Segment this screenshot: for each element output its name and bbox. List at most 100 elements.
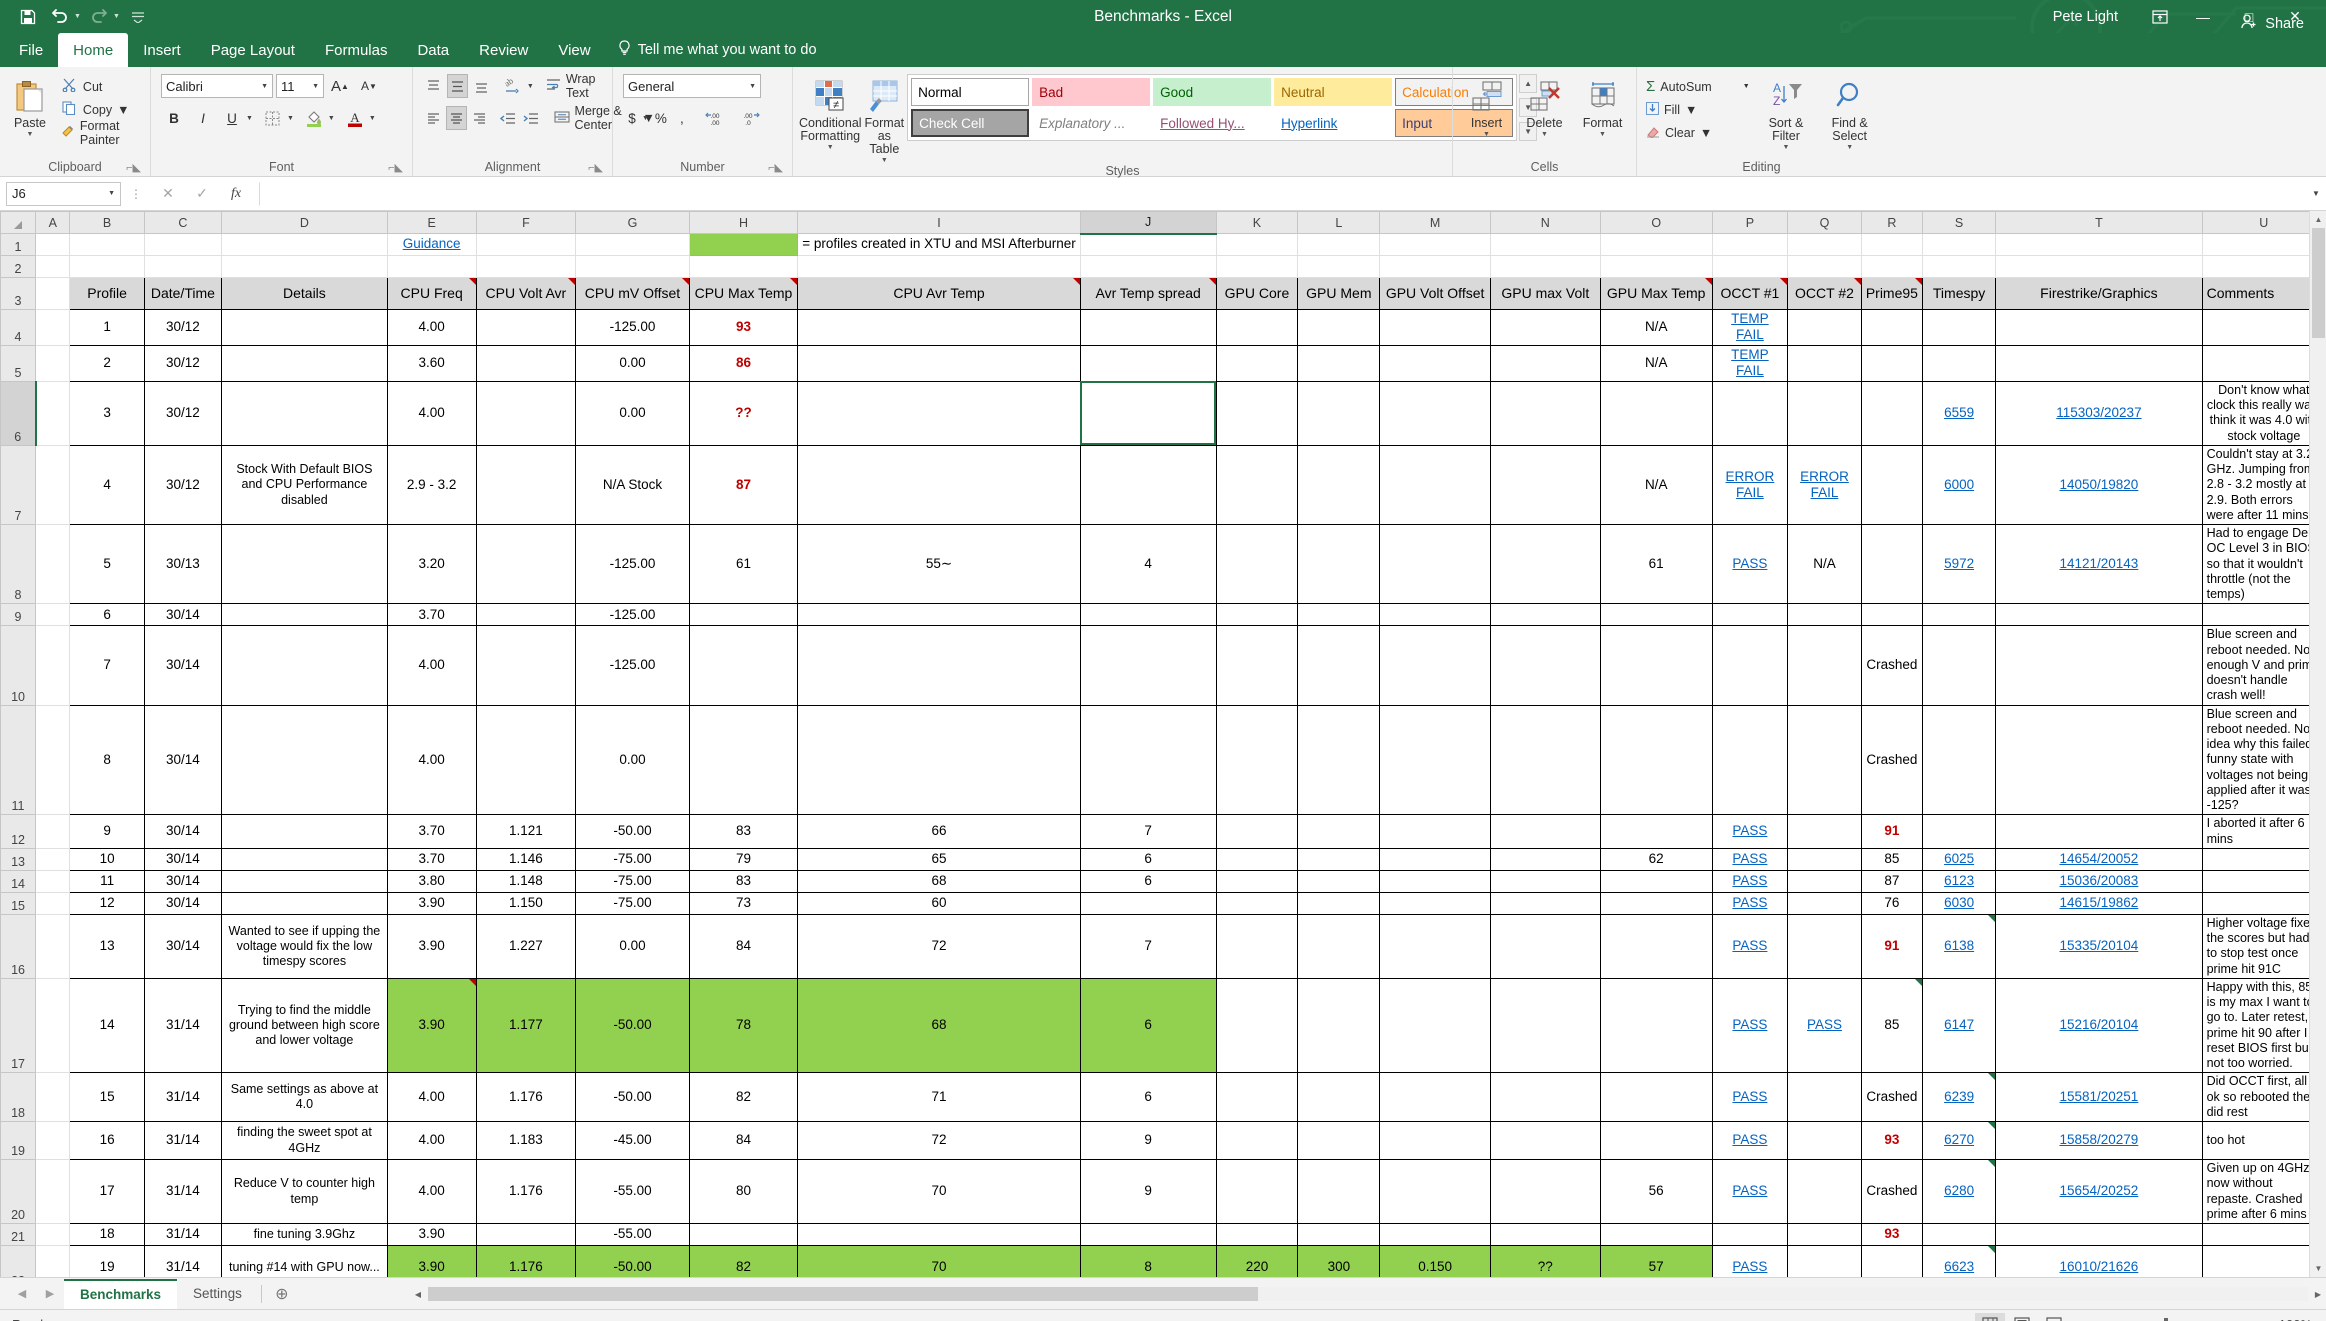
cell-A6[interactable] <box>35 380 71 446</box>
cell-M22[interactable]: 0.150 <box>1379 1245 1491 1277</box>
cell-I5[interactable] <box>797 344 1081 382</box>
cell-Q22[interactable] <box>1787 1245 1862 1277</box>
cell-I22[interactable]: 70 <box>797 1245 1081 1277</box>
font-dialog-launcher-icon[interactable]: ⌐◣ <box>388 161 403 174</box>
cell-E6[interactable]: 4.00 <box>386 380 477 446</box>
cell-E19[interactable]: 4.00 <box>386 1121 477 1161</box>
cell-G13[interactable]: -75.00 <box>575 847 690 871</box>
header-cpu-max-temp[interactable]: CPU Max Temp <box>688 277 799 310</box>
cell-B7[interactable]: 4 <box>69 444 145 526</box>
cell-S15[interactable]: 6030 <box>1921 891 1997 915</box>
cell-P16[interactable]: PASS <box>1711 913 1789 979</box>
cell-N21[interactable] <box>1489 1223 1601 1247</box>
cell-R21[interactable]: 93 <box>1860 1223 1923 1247</box>
cell-J19[interactable]: 9 <box>1079 1121 1217 1161</box>
cell-C15[interactable]: 30/14 <box>143 891 223 915</box>
cell-T18[interactable]: 15581/20251 <box>1995 1072 2203 1123</box>
col-header-P[interactable]: P <box>1711 211 1789 234</box>
cell-K19[interactable] <box>1215 1121 1299 1161</box>
next-sheet-icon[interactable]: ▶ <box>36 1287 64 1300</box>
cell-B5[interactable]: 2 <box>69 344 145 382</box>
cell-F2[interactable] <box>475 255 577 278</box>
cell-T19[interactable]: 15858/20279 <box>1995 1121 2203 1161</box>
cell-G17[interactable]: -50.00 <box>575 977 690 1074</box>
cell-H5[interactable]: 86 <box>688 344 799 382</box>
cell-N6[interactable] <box>1489 380 1601 446</box>
cell-G18[interactable]: -50.00 <box>575 1072 690 1123</box>
align-top-icon[interactable] <box>423 74 445 98</box>
horizontal-scroll-thumb[interactable] <box>428 1287 1258 1301</box>
orientation-button[interactable]: ab <box>500 74 526 98</box>
cell-E10[interactable]: 4.00 <box>386 625 477 706</box>
cell-U1[interactable] <box>2201 233 2326 256</box>
cell-U18[interactable]: Did OCCT first, all ok so rebooted then … <box>2201 1072 2326 1123</box>
col-header-C[interactable]: C <box>143 211 223 234</box>
cell-N20[interactable] <box>1489 1159 1601 1225</box>
cell-U19[interactable]: too hot <box>2201 1121 2326 1161</box>
cell-B20[interactable]: 17 <box>69 1159 145 1225</box>
cell-P1[interactable] <box>1711 233 1789 256</box>
cell-S14[interactable]: 6123 <box>1921 869 1997 893</box>
cell-R17[interactable]: 85 <box>1860 977 1923 1074</box>
cell-B16[interactable]: 13 <box>69 913 145 979</box>
cell-R2[interactable] <box>1860 255 1923 278</box>
customize-qat-icon[interactable] <box>124 4 152 30</box>
cell-U21[interactable] <box>2201 1223 2326 1247</box>
currency-button[interactable]: $ <box>623 106 641 130</box>
header-cpu-volt-avr[interactable]: CPU Volt Avr <box>475 277 577 310</box>
col-header-I[interactable]: I <box>797 211 1081 234</box>
tell-me-search[interactable]: Tell me what you want to do <box>606 33 829 67</box>
cell-T2[interactable] <box>1995 255 2203 278</box>
cell-G4[interactable]: -125.00 <box>575 309 690 346</box>
cell-S16[interactable]: 6138 <box>1921 913 1997 979</box>
cell-D15[interactable] <box>221 891 388 915</box>
cell-D14[interactable] <box>221 869 388 893</box>
cell-U13[interactable] <box>2201 847 2326 871</box>
cell-F4[interactable] <box>475 309 577 346</box>
scroll-down-icon[interactable]: ▼ <box>2310 1260 2326 1277</box>
cell-E4[interactable]: 4.00 <box>386 309 477 346</box>
font-size-dropdown-icon[interactable]: ▼ <box>308 83 319 90</box>
cell-A11[interactable] <box>35 704 71 816</box>
col-header-N[interactable]: N <box>1489 211 1601 234</box>
col-header-G[interactable]: G <box>575 211 690 234</box>
cell-K1[interactable] <box>1215 233 1299 256</box>
cell-P21[interactable] <box>1711 1223 1789 1247</box>
cell-N15[interactable] <box>1489 891 1601 915</box>
cell-E20[interactable]: 4.00 <box>386 1159 477 1225</box>
cell-P8[interactable]: PASS <box>1711 524 1789 605</box>
cell-D5[interactable] <box>221 344 388 382</box>
col-header-O[interactable]: O <box>1599 211 1713 234</box>
cell-A17[interactable] <box>35 977 71 1074</box>
row-header-7[interactable]: 7 <box>0 444 37 526</box>
cell-M5[interactable] <box>1379 344 1491 382</box>
sort-filter-button[interactable]: AZ Sort & Filter ▼ <box>1756 74 1817 151</box>
conditional-formatting-button[interactable]: ≠ Conditional Formatting ▼ <box>799 74 862 151</box>
cell-Q1[interactable] <box>1787 233 1862 256</box>
find-select-dropdown-icon[interactable]: ▼ <box>1846 144 1853 151</box>
borders-dropdown-icon[interactable]: ▼ <box>286 115 294 122</box>
cell-M8[interactable] <box>1379 524 1491 605</box>
cell-T13[interactable]: 14654/20052 <box>1995 847 2203 871</box>
confirm-edit-icon[interactable]: ✓ <box>185 182 219 206</box>
cell-H8[interactable]: 61 <box>688 524 799 605</box>
col-header-A[interactable]: A <box>35 211 71 234</box>
style-bad[interactable]: Bad <box>1032 78 1151 106</box>
cell-G19[interactable]: -45.00 <box>575 1121 690 1161</box>
cell-M1[interactable] <box>1379 233 1491 256</box>
percent-style-button[interactable]: % <box>651 106 671 130</box>
cell-I8[interactable]: 55∼ <box>797 524 1081 605</box>
cell-J14[interactable]: 6 <box>1079 869 1217 893</box>
cell-O9[interactable] <box>1599 603 1713 627</box>
cell-Q12[interactable] <box>1787 814 1862 849</box>
cell-T11[interactable] <box>1995 704 2203 816</box>
col-header-H[interactable]: H <box>688 211 799 234</box>
cell-R11[interactable]: Crashed <box>1860 704 1923 816</box>
cell-H17[interactable]: 78 <box>688 977 799 1074</box>
cell-A18[interactable] <box>35 1072 71 1123</box>
cell-L22[interactable]: 300 <box>1297 1245 1381 1277</box>
cell-O5[interactable]: N/A <box>1599 344 1713 382</box>
row-header-2[interactable]: 2 <box>0 255 37 278</box>
select-all-corner[interactable] <box>0 211 37 234</box>
cell-I12[interactable]: 66 <box>797 814 1081 849</box>
